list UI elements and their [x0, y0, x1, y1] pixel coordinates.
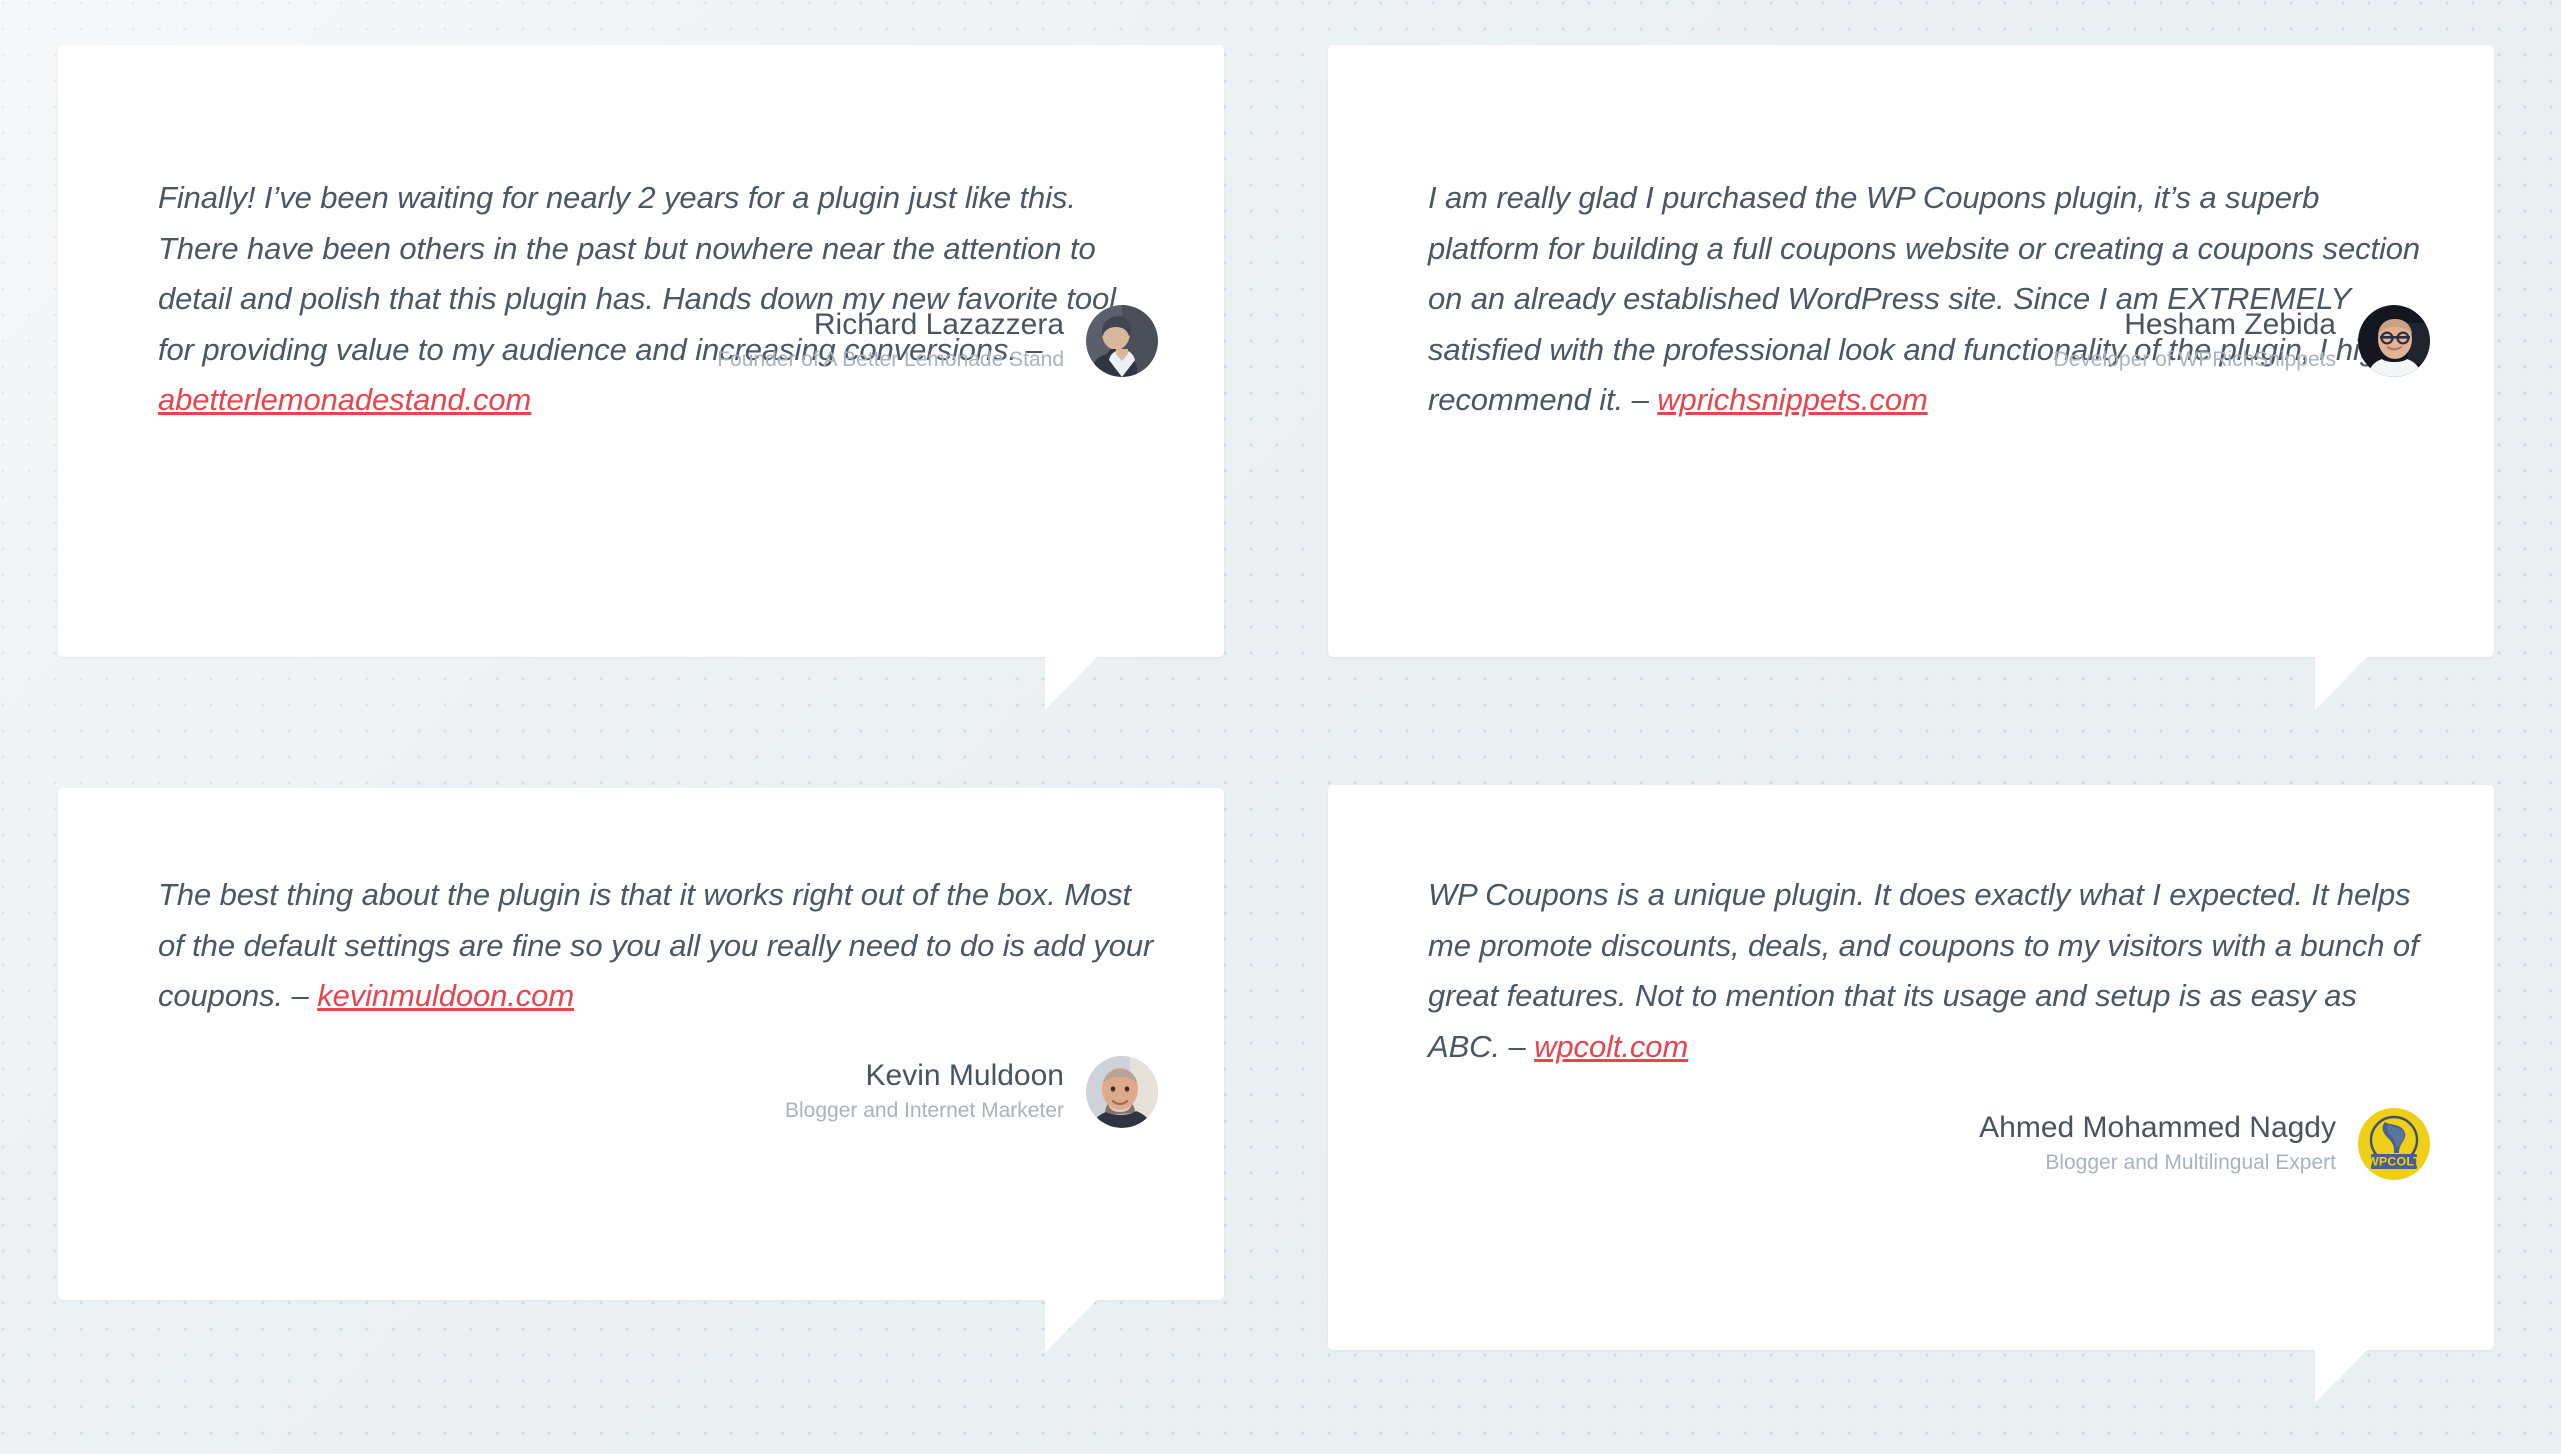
speech-bubble-tail	[1045, 657, 1097, 710]
testimonial-source-link[interactable]: abetterlemonadestand.com	[158, 382, 531, 417]
author-meta: Ahmed Mohammed Nagdy Blogger and Multili…	[1979, 1110, 2336, 1179]
testimonial-source-link[interactable]: wpcolt.com	[1534, 1029, 1688, 1064]
avatar-logo-wpcolt: WPCOLT	[2358, 1108, 2430, 1180]
author-role: Blogger and Internet Marketer	[785, 1098, 1064, 1122]
author-name: Kevin Muldoon	[865, 1058, 1064, 1092]
speech-bubble-tail	[2315, 1350, 2367, 1403]
avatar-photo-kevin	[1086, 1056, 1158, 1128]
author-name: Ahmed Mohammed Nagdy	[1979, 1110, 2336, 1144]
testimonial-author: Kevin Muldoon Blogger and Internet Marke…	[785, 1056, 1158, 1128]
avatar-photo-hesham	[2358, 305, 2430, 377]
testimonial-quote: I am really glad I purchased the WP Coup…	[1428, 173, 2433, 426]
author-role: Developer of WPRichSnippets	[2053, 347, 2336, 371]
author-name: Richard Lazazzera	[813, 307, 1064, 341]
testimonial-author: Hesham Zebida Developer of WPRichSnippet…	[2054, 305, 2430, 377]
testimonial-source-link[interactable]: wprichsnippets.com	[1657, 382, 1928, 417]
speech-bubble-tail	[1045, 1300, 1097, 1353]
testimonial-quote: The best thing about the plugin is that …	[158, 870, 1158, 1022]
author-meta: Richard Lazazzera Founder of A Better Le…	[717, 307, 1064, 376]
testimonial-author: Ahmed Mohammed Nagdy Blogger and Multili…	[1979, 1108, 2430, 1180]
testimonial-card-ahmed-mohammed-nagdy: WP Coupons is a unique plugin. It does e…	[1328, 785, 2494, 1403]
testimonial-quote: Finally! I’ve been waiting for nearly 2 …	[158, 173, 1158, 426]
author-role: Blogger and Multilingual Expert	[2045, 1150, 2336, 1174]
wpcolt-logo-text: WPCOLT	[2367, 1155, 2421, 1169]
author-name: Hesham Zebida	[2124, 307, 2336, 341]
avatar-photo-richard	[1086, 305, 1158, 377]
testimonial-author: Richard Lazazzera Founder of A Better Le…	[717, 305, 1158, 377]
testimonial-source-link[interactable]: kevinmuldoon.com	[317, 978, 574, 1013]
author-role: Founder of A Better Lemonade Stand	[717, 347, 1064, 371]
testimonial-quote: WP Coupons is a unique plugin. It does e…	[1428, 870, 2433, 1072]
speech-bubble-tail	[2315, 657, 2367, 710]
author-meta: Kevin Muldoon Blogger and Internet Marke…	[785, 1058, 1064, 1127]
testimonial-card-kevin-muldoon: The best thing about the plugin is that …	[58, 788, 1224, 1353]
testimonial-card-hesham-zebida: I am really glad I purchased the WP Coup…	[1328, 45, 2494, 710]
author-meta: Hesham Zebida Developer of WPRichSnippet…	[2054, 307, 2336, 376]
testimonial-card-richard-lazazzera: Finally! I’ve been waiting for nearly 2 …	[58, 45, 1224, 710]
testimonials-grid: Finally! I’ve been waiting for nearly 2 …	[0, 0, 2561, 1454]
quote-text: The best thing about the plugin is that …	[158, 877, 1154, 1013]
